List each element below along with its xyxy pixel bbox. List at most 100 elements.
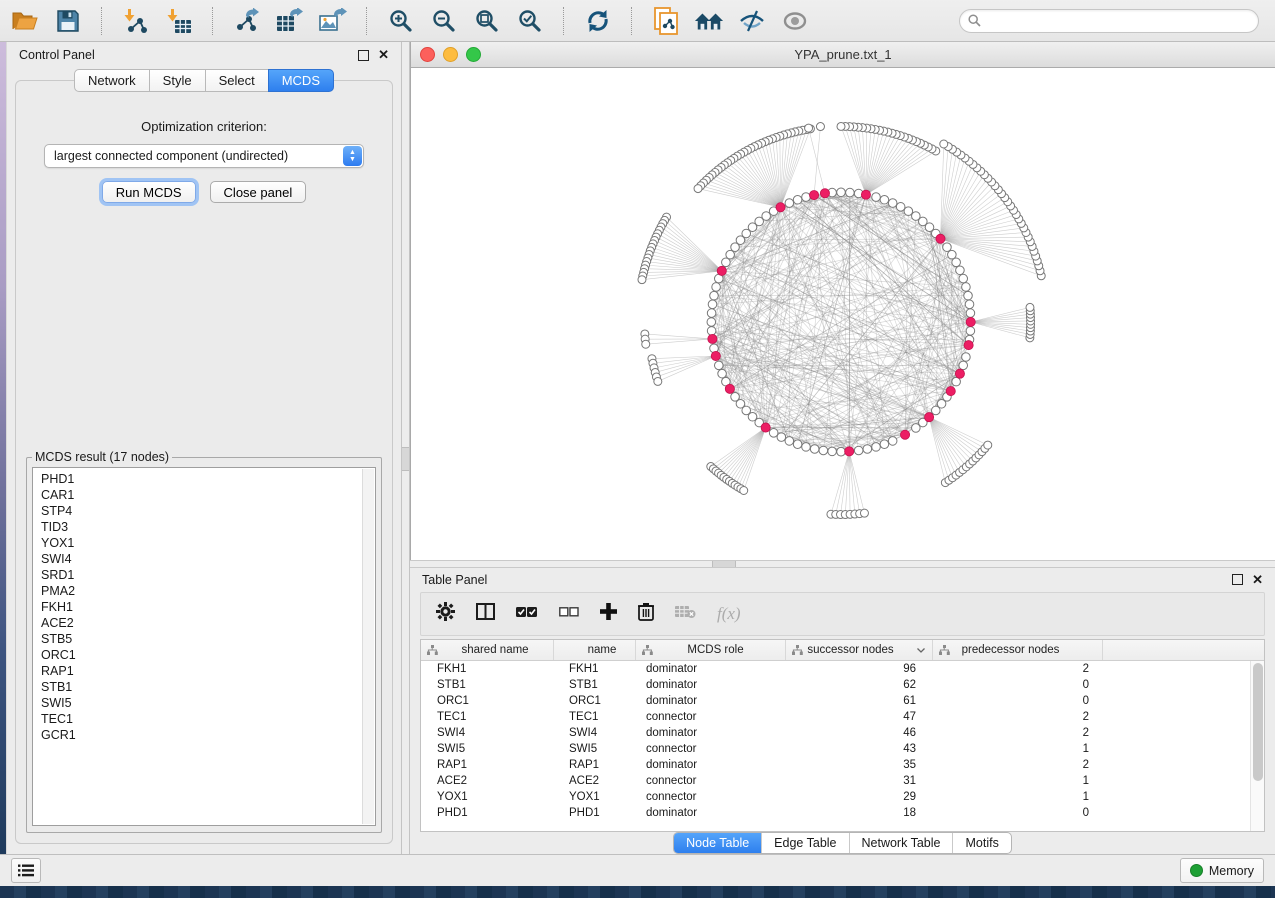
optimization-criterion-select[interactable]: largest connected component (undirected)… [44, 144, 364, 168]
show-column-icon[interactable] [476, 603, 495, 625]
table-row[interactable]: ORC1ORC1dominator610 [421, 693, 1264, 709]
zoom-fit-icon[interactable] [472, 7, 502, 35]
table-scrollbar-thumb[interactable] [1253, 663, 1263, 781]
table-row[interactable]: SWI5SWI5connector431 [421, 741, 1264, 757]
close-table-panel-icon[interactable]: ✕ [1252, 575, 1263, 585]
column-header-MCDS-role[interactable]: MCDS role [636, 640, 786, 660]
list-item[interactable]: CAR1 [41, 487, 361, 503]
table-cell: RAP1 [554, 759, 636, 771]
mcds-result-list[interactable]: PHD1CAR1STP4TID3YOX1SWI4SRD1PMA2FKH1ACE2… [32, 467, 376, 826]
list-item[interactable]: TEC1 [41, 711, 361, 727]
memory-button[interactable]: Memory [1180, 858, 1264, 883]
table-panel-title: Table Panel [422, 573, 487, 587]
list-item[interactable]: STB1 [41, 679, 361, 695]
list-item[interactable]: SWI4 [41, 551, 361, 567]
control-panel: Control Panel ✕ NetworkStyleSelectMCDS O… [6, 42, 401, 854]
run-mcds-button[interactable]: Run MCDS [102, 181, 196, 203]
list-item[interactable]: YOX1 [41, 535, 361, 551]
table-row[interactable]: ACE2ACE2connector311 [421, 773, 1264, 789]
table-cell: 61 [786, 695, 933, 707]
list-item[interactable]: FKH1 [41, 599, 361, 615]
list-item[interactable]: GCR1 [41, 727, 361, 743]
table-cell: 96 [786, 663, 933, 675]
zoom-out-icon[interactable] [429, 7, 459, 35]
tab-node-table[interactable]: Node Table [674, 833, 761, 853]
tab-motifs[interactable]: Motifs [952, 833, 1010, 853]
close-panel-button[interactable]: Close panel [210, 181, 307, 203]
tab-select[interactable]: Select [205, 69, 269, 92]
table-row[interactable]: RAP1RAP1dominator352 [421, 757, 1264, 773]
horizontal-splitter[interactable] [410, 560, 1275, 568]
vertical-splitter-handle[interactable] [402, 447, 409, 471]
show-panels-icon[interactable] [780, 7, 810, 35]
horizontal-splitter-handle[interactable] [712, 561, 736, 567]
table-row[interactable]: STB1STB1dominator620 [421, 677, 1264, 693]
save-session-icon[interactable] [53, 7, 83, 35]
tab-network-table[interactable]: Network Table [849, 833, 953, 853]
select-stepper-icon: ▲▼ [343, 146, 362, 166]
table-row[interactable]: YOX1YOX1connector291 [421, 789, 1264, 805]
node-table-header: shared namenameMCDS rolesuccessor nodesp… [421, 640, 1264, 661]
table-cell: FKH1 [421, 663, 554, 675]
column-header-name[interactable]: name [554, 640, 636, 660]
float-panel-icon[interactable] [358, 50, 369, 61]
table-row[interactable]: FKH1FKH1dominator962 [421, 661, 1264, 677]
mcds-list-scrollbar[interactable] [362, 469, 374, 824]
list-item[interactable]: ACE2 [41, 615, 361, 631]
table-cell: PHD1 [554, 807, 636, 819]
table-row[interactable]: TEC1TEC1connector472 [421, 709, 1264, 725]
list-item[interactable]: PMA2 [41, 583, 361, 599]
import-network-icon[interactable] [121, 7, 151, 35]
add-column-icon[interactable] [600, 603, 617, 625]
tab-edge-table[interactable]: Edge Table [761, 833, 848, 853]
export-network-icon[interactable] [232, 7, 262, 35]
list-item[interactable]: TID3 [41, 519, 361, 535]
table-cell: 2 [933, 711, 1103, 723]
list-item[interactable]: PHD1 [41, 471, 361, 487]
export-table-icon[interactable] [275, 7, 305, 35]
table-settings-gear-icon[interactable] [436, 602, 455, 626]
float-table-panel-icon[interactable] [1232, 574, 1243, 585]
node-table[interactable]: shared namenameMCDS rolesuccessor nodesp… [420, 639, 1265, 832]
search-input[interactable] [981, 13, 1250, 29]
table-row[interactable]: PHD1PHD1dominator180 [421, 805, 1264, 821]
list-item[interactable]: SWI5 [41, 695, 361, 711]
network-from-file-icon[interactable] [651, 7, 681, 35]
network-canvas-svg[interactable] [411, 68, 1275, 560]
vertical-splitter[interactable] [401, 42, 410, 854]
search-field[interactable] [959, 9, 1259, 33]
close-panel-icon[interactable]: ✕ [378, 50, 389, 60]
memory-status-icon [1190, 864, 1203, 877]
export-image-icon[interactable] [318, 7, 348, 35]
sort-desc-icon [917, 648, 925, 653]
table-scrollbar[interactable] [1250, 661, 1264, 831]
delete-column-icon[interactable] [638, 602, 654, 626]
table-cell: 31 [786, 775, 933, 787]
open-file-icon[interactable] [10, 7, 40, 35]
task-history-button[interactable] [11, 858, 41, 883]
network-window-titlebar[interactable]: YPA_prune.txt_1 [411, 42, 1275, 68]
import-table-icon[interactable] [164, 7, 194, 35]
refresh-layout-icon[interactable] [583, 7, 613, 35]
column-header-successor-nodes[interactable]: successor nodes [786, 640, 933, 660]
list-item[interactable]: STB5 [41, 631, 361, 647]
table-cell: connector [636, 711, 786, 723]
toolbar-separator [101, 7, 103, 35]
list-item[interactable]: STP4 [41, 503, 361, 519]
select-all-icon[interactable] [516, 604, 538, 625]
column-header-shared-name[interactable]: shared name [421, 640, 554, 660]
tab-style[interactable]: Style [149, 69, 206, 92]
list-item[interactable]: ORC1 [41, 647, 361, 663]
list-item[interactable]: RAP1 [41, 663, 361, 679]
session-home-icon[interactable] [694, 7, 724, 35]
table-row[interactable]: SWI4SWI4dominator462 [421, 725, 1264, 741]
zoom-selected-icon[interactable] [515, 7, 545, 35]
network-view[interactable] [411, 68, 1275, 560]
zoom-in-icon[interactable] [386, 7, 416, 35]
column-header-predecessor-nodes[interactable]: predecessor nodes [933, 640, 1103, 660]
hide-panels-icon[interactable] [737, 7, 767, 35]
tab-mcds[interactable]: MCDS [268, 69, 334, 92]
tab-network[interactable]: Network [74, 69, 150, 92]
deselect-all-icon[interactable] [559, 605, 579, 624]
list-item[interactable]: SRD1 [41, 567, 361, 583]
